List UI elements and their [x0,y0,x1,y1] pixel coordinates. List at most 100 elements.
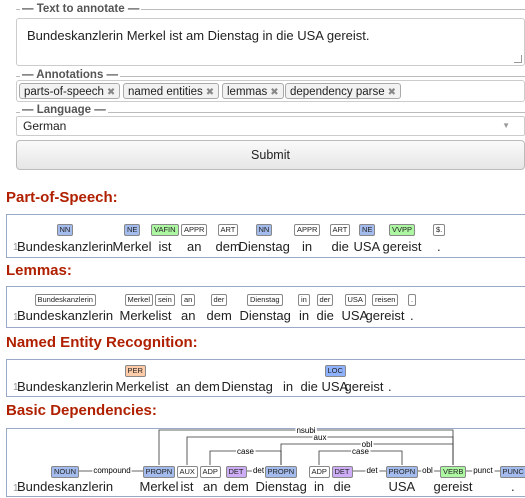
token: dem [216,239,241,254]
language-select[interactable]: German ▼ [16,116,525,136]
tag-label: parts-of-speech [24,86,104,98]
text-input-value[interactable]: Bundeskanzlerin Merkel ist am Dienstag i… [27,28,370,43]
pos-tag: VVPP [389,224,415,236]
token: in [283,379,293,394]
pos-tag: $. [433,224,445,236]
token: . [437,239,441,254]
remove-tag-icon[interactable]: ✖ [270,87,278,98]
upos-tag: ADP [200,466,221,478]
upos-tag: PUNC [500,466,525,478]
token: USA [389,479,416,494]
token: Merkel [113,239,152,254]
token: USA [342,308,369,323]
pos-section-title: Part-of-Speech: [6,189,118,206]
pos-tag: NE [359,224,375,236]
remove-tag-icon[interactable]: ✖ [206,87,214,98]
ner-section-title: Named Entity Recognition: [6,334,198,351]
ner-tag: PER [125,365,146,377]
token: . [388,379,392,394]
upos-tag: ADP [309,466,330,478]
upos-tag: VERB [440,466,466,478]
token: an [203,479,217,494]
token: Dienstag [240,308,291,323]
token: Bundeskanzlerin [17,308,113,323]
token: dem [195,379,220,394]
submit-button[interactable]: Submit [16,140,525,170]
token: die [301,379,318,394]
tag-label: named entities [128,86,203,98]
lemma-tag: sein [155,294,175,306]
language-legend: — Language — [20,104,108,116]
lemma-tag: Dienstag [247,294,283,306]
language-value: German [23,119,66,133]
dependency-label: aux [314,433,327,442]
tag-parts-of-speech[interactable]: parts-of-speech✖ [19,83,120,99]
token: die [334,479,351,494]
dependency-arc: aux [187,433,453,465]
dependency-arc: case [210,447,281,465]
lemma-tag: der [211,294,228,306]
token: Merkel [116,379,155,394]
dependency-arc: nsubj [159,426,453,465]
token: an [176,379,190,394]
token: Merkel [120,308,159,323]
pos-tag: APPR [294,224,320,236]
dependency-label: det [366,466,378,475]
annotations-multiselect[interactable]: parts-of-speech✖ named entities✖ lemmas✖… [16,80,525,102]
pos-panel: 1 BundeskanzlerinNNMerkelNEistVAFINanAPP… [6,214,525,258]
pos-tag: NE [124,224,140,236]
dependency-label: case [352,447,369,456]
remove-tag-icon[interactable]: ✖ [107,87,115,98]
text-input[interactable]: Bundeskanzlerin Merkel ist am Dienstag i… [16,18,525,66]
token: die [317,308,334,323]
ner-panel: 1 BundeskanzlerinMerkelistandemDienstagi… [6,359,525,397]
deps-panel: 1 compoundnsubjauxcasedetoblcasedetoblpu… [6,428,525,497]
token: dem [224,479,249,494]
tag-named-entities[interactable]: named entities✖ [123,83,219,99]
token: . [511,479,515,494]
deps-section-title: Basic Dependencies: [6,402,157,419]
tag-label: dependency parse [290,86,385,98]
token: USA [354,239,381,254]
token: dem [207,308,232,323]
token: in [314,479,324,494]
upos-tag: PROPN [143,466,176,478]
upos-tag: DET [226,466,247,478]
upos-tag: NOUN [51,466,79,478]
text-legend: — Text to annotate — [20,3,141,15]
token: in [299,308,309,323]
token: in [302,239,312,254]
tag-dependency-parse[interactable]: dependency parse✖ [285,83,401,99]
token: ist [181,479,194,494]
remove-tag-icon[interactable]: ✖ [388,87,396,98]
pos-tag: NN [57,224,74,236]
lemma-tag: der [317,294,334,306]
upos-tag: PROPN [265,466,298,478]
chevron-down-icon[interactable]: ▼ [502,117,510,135]
lemma-tag: USA [345,294,366,306]
token: gereist [366,308,405,323]
tag-lemmas[interactable]: lemmas✖ [222,83,284,99]
ner-tag: LOC [325,365,346,377]
token: die [332,239,349,254]
dependency-label: case [237,447,254,456]
token: gereist [345,379,384,394]
lemmas-panel: 1 BundeskanzlerinBundeskanzlerinMerkelMe… [6,286,525,328]
resize-handle-icon[interactable] [514,55,522,63]
token: Dienstag [256,479,307,494]
dependency-label: obl [422,466,433,475]
pos-tag: ART [218,224,239,236]
token: Merkel [140,479,179,494]
pos-tag: APPR [181,224,207,236]
dependency-label: punct [473,466,493,475]
dependency-label: det [253,466,265,475]
token: Dienstag [239,239,290,254]
lemma-tag: . [408,294,416,306]
token: Bundeskanzlerin [17,379,113,394]
lemma-tag: an [181,294,195,306]
pos-tag: NN [256,224,273,236]
pos-tag: VAFIN [151,224,179,236]
dependency-arc: case [319,447,402,465]
token: . [410,308,414,323]
token: gereist [434,479,473,494]
